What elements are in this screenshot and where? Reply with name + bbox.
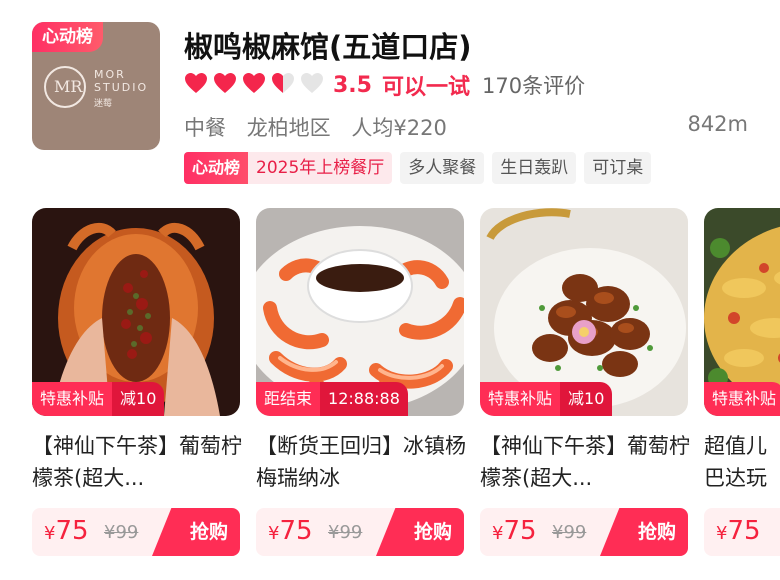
roast-chicken-photo[interactable]: 特惠补贴 减10 <box>32 208 240 416</box>
avg-price-label: 人均¥220 <box>351 116 447 140</box>
tag-group-dining: 多人聚餐 <box>400 152 485 184</box>
deal-title[interactable]: 【神仙下午茶】葡萄柠檬茶(超大... <box>480 430 690 494</box>
deal-card[interactable]: 特惠补贴 减10 【神仙下午茶】葡萄柠檬茶(超大... ¥75 ¥99 抢购 <box>480 208 690 580</box>
deal-card[interactable]: 特惠补贴 减10 【神仙下午茶】葡萄柠檬茶(超大... ¥75 ¥99 抢购 <box>32 208 242 580</box>
heart-full-icon <box>214 73 236 93</box>
shrimp-platter-photo[interactable]: 距结束 12:88:88 <box>256 208 464 416</box>
deal-badge: 特惠补贴 减10 <box>32 382 165 416</box>
rank-tag-logo: 心动榜 <box>184 152 249 184</box>
deal-original-price: ¥99 <box>104 522 139 543</box>
distance-label: 842m <box>687 112 748 136</box>
deal-original-price: ¥99 <box>328 522 363 543</box>
heart-full-icon <box>243 73 265 93</box>
deal-price-bar[interactable]: ¥75 ¥99 抢购 <box>32 508 240 556</box>
deal-title[interactable]: 【断货王回归】冰镇杨梅瑞纳冰 <box>256 430 466 494</box>
deal-price: ¥75 <box>492 516 537 546</box>
deal-price: ¥75 <box>716 516 761 546</box>
rating-verdict: 可以一试 <box>381 75 470 100</box>
deal-badge: 特惠补贴 减10 <box>480 382 613 416</box>
cuisine-label: 中餐 <box>184 116 226 140</box>
deal-card[interactable]: 特惠补贴 超值儿巴达玩 ¥75 <box>704 208 780 580</box>
buy-button[interactable]: 抢购 <box>376 508 464 556</box>
buy-button[interactable]: 抢购 <box>152 508 240 556</box>
rank-tag-text: 2025年上榜餐厅 <box>256 158 385 178</box>
rating-hearts <box>184 72 329 98</box>
deal-title[interactable]: 超值儿巴达玩 <box>704 430 780 494</box>
countdown-badge: 距结束 12:88:88 <box>256 382 408 416</box>
heart-half-icon <box>272 73 294 93</box>
sweet-sour-pork-photo[interactable]: 特惠补贴 减10 <box>480 208 688 416</box>
logo-brand-text: MOR STUDIO <box>94 68 149 94</box>
deal-card[interactable]: 距结束 12:88:88 【断货王回归】冰镇杨梅瑞纳冰 ¥75 ¥99 抢购 <box>256 208 466 580</box>
rating-row[interactable]: 3.5 可以一试 170条评价 <box>184 70 585 100</box>
heart-empty-icon <box>301 73 323 93</box>
buy-button[interactable]: 抢购 <box>600 508 688 556</box>
area-label: 龙柏地区 <box>246 116 331 140</box>
rating-score: 3.5 <box>333 72 372 98</box>
logo-mark-icon: MR <box>44 66 86 108</box>
deal-price-bar[interactable]: ¥75 ¥99 抢购 <box>480 508 688 556</box>
rank-tag[interactable]: 心动榜 2025年上榜餐厅 <box>184 152 393 184</box>
deal-price-bar[interactable]: ¥75 <box>704 508 780 556</box>
tag-reservable: 可订桌 <box>584 152 652 184</box>
restaurant-logo[interactable]: 心动榜 MR MOR STUDIO 迷莓 <box>32 22 160 150</box>
review-count-link[interactable]: 170条评价 <box>482 70 585 100</box>
logo-rank-tag: 心动榜 <box>32 22 103 52</box>
deal-original-price: ¥99 <box>552 522 587 543</box>
tag-birthday-party: 生日轰趴 <box>492 152 577 184</box>
deal-title[interactable]: 【神仙下午茶】葡萄柠檬茶(超大... <box>32 430 242 494</box>
deal-badge: 特惠补贴 <box>704 382 780 416</box>
deal-price-bar[interactable]: ¥75 ¥99 抢购 <box>256 508 464 556</box>
restaurant-header[interactable]: 心动榜 MR MOR STUDIO 迷莓 椒鸣椒麻馆(五道口店) 3.5 可以一… <box>32 22 780 192</box>
restaurant-title[interactable]: 椒鸣椒麻馆(五道口店) <box>184 24 472 66</box>
restaurant-tags: 心动榜 2025年上榜餐厅 多人聚餐 生日轰趴 可订桌 <box>184 152 659 184</box>
logo-brand-sub: 迷莓 <box>94 99 113 109</box>
deal-carousel[interactable]: 特惠补贴 减10 【神仙下午茶】葡萄柠檬茶(超大... ¥75 ¥99 抢购 距… <box>32 208 780 580</box>
heart-full-icon <box>185 73 207 93</box>
deal-price: ¥75 <box>44 516 89 546</box>
deal-price: ¥75 <box>268 516 313 546</box>
fried-dish-photo[interactable]: 特惠补贴 <box>704 208 780 416</box>
restaurant-meta: 中餐 龙柏地区 人均¥220 842m <box>184 112 748 142</box>
